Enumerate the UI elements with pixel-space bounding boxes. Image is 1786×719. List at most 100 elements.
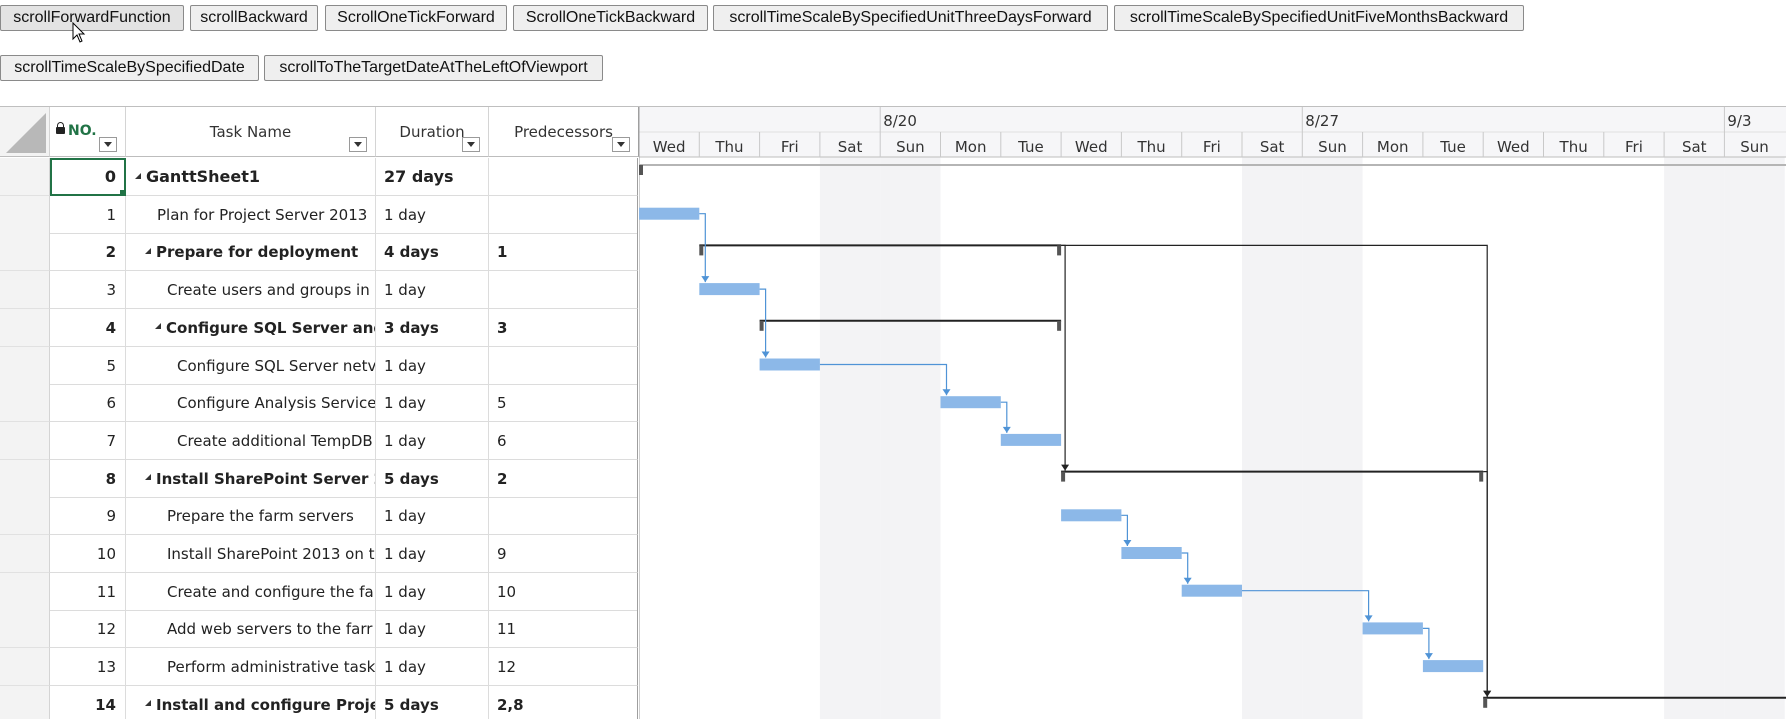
- row-header[interactable]: [0, 648, 50, 687]
- row-header[interactable]: [0, 459, 50, 498]
- cell-task-name[interactable]: Create additional TempDB: [126, 421, 376, 460]
- scroll-one-tick-backward-button[interactable]: ScrollOneTickBackward: [513, 5, 708, 31]
- cell-no[interactable]: 9: [50, 497, 126, 536]
- row-header[interactable]: [0, 421, 50, 460]
- cell-predecessors[interactable]: [489, 497, 638, 536]
- cell-predecessors[interactable]: 2: [489, 459, 638, 498]
- cell-no[interactable]: 2: [50, 233, 126, 272]
- cell-task-name[interactable]: Configure SQL Server netv: [126, 346, 376, 385]
- cell-predecessors[interactable]: 5: [489, 384, 638, 423]
- scroll-forward-function-button[interactable]: scrollForwardFunction: [0, 5, 184, 31]
- scroll-to-the-target-date-at-the-left-of-viewport-button[interactable]: scrollToTheTargetDateAtTheLeftOfViewport: [264, 55, 603, 81]
- cell-duration[interactable]: 1 day: [376, 610, 489, 649]
- table-row[interactable]: 5 Configure SQL Server netv 1 day: [0, 346, 638, 385]
- cell-no[interactable]: 0: [50, 158, 126, 196]
- filter-dropdown-icon[interactable]: [99, 137, 117, 152]
- cell-no[interactable]: 12: [50, 610, 126, 649]
- cell-no[interactable]: 13: [50, 648, 126, 687]
- table-row[interactable]: 2 Prepare for deployment 4 days 1: [0, 233, 638, 272]
- cell-predecessors[interactable]: 12: [489, 648, 638, 687]
- cell-predecessors[interactable]: 11: [489, 610, 638, 649]
- cell-duration[interactable]: 1 day: [376, 648, 489, 687]
- cell-task-name[interactable]: Configure Analysis Service: [126, 384, 376, 423]
- cell-duration[interactable]: 27 days: [376, 158, 489, 196]
- cell-task-name[interactable]: Install and configure Project: [126, 685, 376, 719]
- row-header[interactable]: [0, 572, 50, 611]
- cell-no[interactable]: 14: [50, 685, 126, 719]
- cell-no[interactable]: 11: [50, 572, 126, 611]
- filter-dropdown-icon[interactable]: [349, 137, 367, 152]
- timeline-canvas[interactable]: Wed Thu Fri Sat Sun Mon Tue Wed Thu Fri Sat Sun Mon T…: [639, 107, 1786, 719]
- cell-predecessors[interactable]: [489, 346, 638, 385]
- collapse-triangle-icon[interactable]: [145, 247, 151, 254]
- cell-task-name[interactable]: Add web servers to the farr: [126, 610, 376, 649]
- cell-predecessors[interactable]: 6: [489, 421, 638, 460]
- cell-no[interactable]: 8: [50, 459, 126, 498]
- collapse-triangle-icon[interactable]: [145, 700, 151, 707]
- table-row[interactable]: 13 Perform administrative task 1 day 12: [0, 648, 638, 687]
- collapse-triangle-icon[interactable]: [155, 323, 161, 330]
- cell-task-name[interactable]: Install SharePoint 2013 on t: [126, 535, 376, 573]
- scroll-time-scale-by-specified-unit-five-months-backward-button[interactable]: scrollTimeScaleBySpecifiedUnitFiveMonths…: [1114, 5, 1524, 31]
- row-header[interactable]: [0, 233, 50, 272]
- cell-duration[interactable]: 5 days: [376, 685, 489, 719]
- cell-duration[interactable]: 1 day: [376, 346, 489, 385]
- row-header[interactable]: [0, 497, 50, 536]
- cell-no[interactable]: 3: [50, 271, 126, 310]
- table-row[interactable]: 1 Plan for Project Server 2013 1 day: [0, 195, 638, 234]
- cell-duration[interactable]: 1 day: [376, 535, 489, 573]
- cell-task-name[interactable]: Prepare the farm servers: [126, 497, 376, 536]
- cell-predecessors[interactable]: 9: [489, 535, 638, 573]
- table-row[interactable]: 4 Configure SQL Server and A3 days3: [0, 308, 638, 347]
- column-header-no[interactable]: NO.: [50, 107, 126, 157]
- row-header[interactable]: [0, 195, 50, 234]
- cell-predecessors[interactable]: 1: [489, 233, 638, 272]
- cell-no[interactable]: 10: [50, 535, 126, 573]
- collapse-triangle-icon[interactable]: [145, 474, 151, 481]
- cell-predecessors[interactable]: [489, 158, 638, 196]
- cell-task-name[interactable]: Perform administrative task: [126, 648, 376, 687]
- filter-dropdown-icon[interactable]: [462, 137, 480, 152]
- cell-task-name[interactable]: Plan for Project Server 2013: [126, 195, 376, 234]
- cell-task-name[interactable]: Create and configure the fa: [126, 572, 376, 611]
- table-row[interactable]: 6 Configure Analysis Service 1 day 5: [0, 384, 638, 423]
- cell-duration[interactable]: 1 day: [376, 497, 489, 536]
- cell-task-name[interactable]: Install SharePoint Server 20:: [126, 459, 376, 498]
- collapse-triangle-icon[interactable]: [135, 172, 141, 179]
- cell-task-name[interactable]: Configure SQL Server and A: [126, 308, 376, 347]
- scroll-time-scale-by-specified-date-button[interactable]: scrollTimeScaleBySpecifiedDate: [0, 55, 259, 81]
- cell-no[interactable]: 7: [50, 421, 126, 460]
- table-row[interactable]: 3 Create users and groups in 1 day: [0, 271, 638, 310]
- cell-duration[interactable]: 1 day: [376, 572, 489, 611]
- cell-duration[interactable]: 1 day: [376, 384, 489, 423]
- cell-no[interactable]: 4: [50, 308, 126, 347]
- cell-task-name[interactable]: GanttSheet1: [126, 158, 376, 196]
- cell-predecessors[interactable]: [489, 195, 638, 234]
- scroll-backward-button[interactable]: scrollBackward: [190, 5, 318, 31]
- cell-predecessors[interactable]: 3: [489, 308, 638, 347]
- row-header[interactable]: [0, 271, 50, 310]
- cell-no[interactable]: 1: [50, 195, 126, 234]
- column-header-duration[interactable]: Duration: [376, 107, 489, 157]
- filter-dropdown-icon[interactable]: [612, 137, 630, 152]
- select-all-corner[interactable]: [0, 107, 50, 157]
- cell-duration[interactable]: 3 days: [376, 308, 489, 347]
- cell-no[interactable]: 6: [50, 384, 126, 423]
- gantt-timeline[interactable]: Wed Thu Fri Sat Sun Mon Tue Wed Thu Fri Sat Sun Mon T…: [639, 107, 1786, 719]
- scroll-one-tick-forward-button[interactable]: ScrollOneTickForward: [325, 5, 507, 31]
- row-header[interactable]: [0, 685, 50, 719]
- row-header[interactable]: [0, 346, 50, 385]
- cell-predecessors[interactable]: 10: [489, 572, 638, 611]
- table-row[interactable]: 8 Install SharePoint Server 20:5 days2: [0, 459, 638, 498]
- table-row[interactable]: 10 Install SharePoint 2013 on t1 day 9: [0, 535, 638, 573]
- table-row[interactable]: 12 Add web servers to the farr 1 day 11: [0, 610, 638, 649]
- table-row[interactable]: 14 Install and configure Project 5 days 2,8: [0, 685, 638, 719]
- table-row[interactable]: 11 Create and configure the fa 1 day 10: [0, 572, 638, 611]
- row-header[interactable]: [0, 308, 50, 347]
- cell-task-name[interactable]: Prepare for deployment: [126, 233, 376, 272]
- cell-duration[interactable]: 1 day: [376, 271, 489, 310]
- cell-task-name[interactable]: Create users and groups in: [126, 271, 376, 310]
- row-header[interactable]: [0, 384, 50, 423]
- cell-duration[interactable]: 4 days: [376, 233, 489, 272]
- cell-duration[interactable]: 1 day: [376, 421, 489, 460]
